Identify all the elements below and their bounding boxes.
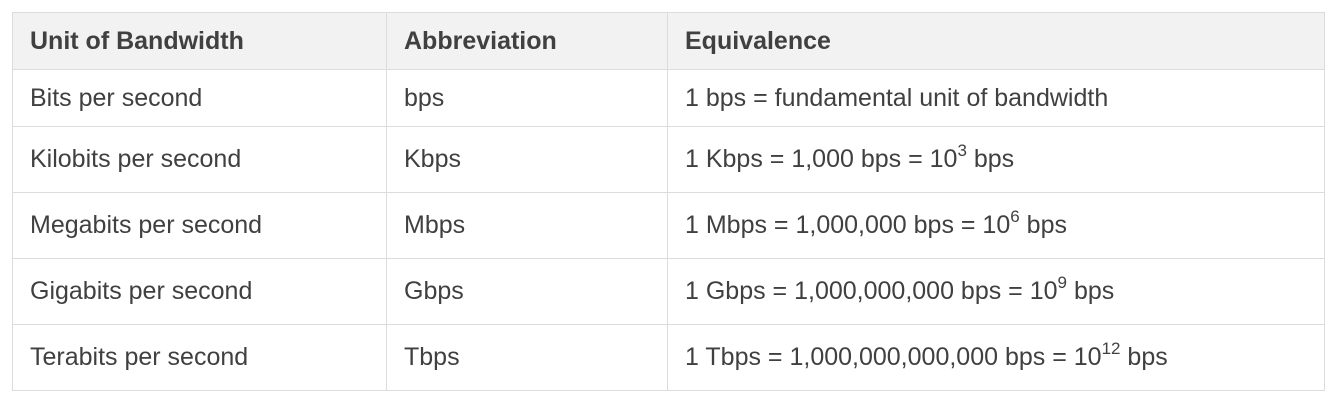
equivalence-text: 1 Tbps = 1,000,000,000,000 bps = 10 xyxy=(685,343,1102,371)
header-abbreviation: Abbreviation xyxy=(386,12,668,70)
header-unit-of-bandwidth: Unit of Bandwidth xyxy=(12,12,387,70)
equivalence-cell: 1 bps = fundamental unit of bandwidth xyxy=(667,69,1325,127)
equivalence-cell: 1 Gbps = 1,000,000,000 bps = 109 bps xyxy=(667,258,1325,325)
abbreviation-cell: Mbps xyxy=(386,192,668,259)
equivalence-unit: bps xyxy=(966,145,1015,173)
unit-cell: Terabits per second xyxy=(12,324,387,391)
table-row: Megabits per second Mbps 1 Mbps = 1,000,… xyxy=(12,192,1325,259)
bandwidth-units-table: Unit of Bandwidth Abbreviation Equivalen… xyxy=(12,12,1325,391)
table-row: Gigabits per second Gbps 1 Gbps = 1,000,… xyxy=(12,258,1325,325)
table-row: Bits per second bps 1 bps = fundamental … xyxy=(12,69,1325,127)
equivalence-text: 1 Mbps = 1,000,000 bps = 10 xyxy=(685,211,1011,239)
unit-cell: Bits per second xyxy=(12,69,387,127)
equivalence-cell: 1 Kbps = 1,000 bps = 103 bps xyxy=(667,126,1325,193)
equivalence-unit: bps xyxy=(1019,211,1067,239)
table-header-row: Unit of Bandwidth Abbreviation Equivalen… xyxy=(12,12,1325,70)
equivalence-text: 1 bps = fundamental unit of bandwidth xyxy=(685,83,1109,112)
exponent: 12 xyxy=(1101,338,1121,358)
abbreviation-cell: Kbps xyxy=(386,126,668,193)
exponent: 6 xyxy=(1010,206,1020,226)
bandwidth-units-table-container: Unit of Bandwidth Abbreviation Equivalen… xyxy=(12,12,1325,391)
abbreviation-cell: Tbps xyxy=(386,324,668,391)
exponent: 9 xyxy=(1057,272,1067,292)
equivalence-text: 1 Kbps = 1,000 bps = 10 xyxy=(685,145,958,173)
header-equivalence: Equivalence xyxy=(667,12,1325,70)
abbreviation-cell: Gbps xyxy=(386,258,668,325)
equivalence-unit: bps xyxy=(1120,343,1168,371)
equivalence-cell: 1 Tbps = 1,000,000,000,000 bps = 1012 bp… xyxy=(667,324,1325,391)
unit-cell: Kilobits per second xyxy=(12,126,387,193)
equivalence-cell: 1 Mbps = 1,000,000 bps = 106 bps xyxy=(667,192,1325,259)
table-row: Terabits per second Tbps 1 Tbps = 1,000,… xyxy=(12,324,1325,391)
equivalence-unit: bps xyxy=(1067,277,1115,305)
unit-cell: Gigabits per second xyxy=(12,258,387,325)
equivalence-text: 1 Gbps = 1,000,000,000 bps = 10 xyxy=(685,277,1058,305)
abbreviation-cell: bps xyxy=(386,69,668,127)
table-row: Kilobits per second Kbps 1 Kbps = 1,000 … xyxy=(12,126,1325,193)
unit-cell: Megabits per second xyxy=(12,192,387,259)
exponent: 3 xyxy=(957,140,967,160)
